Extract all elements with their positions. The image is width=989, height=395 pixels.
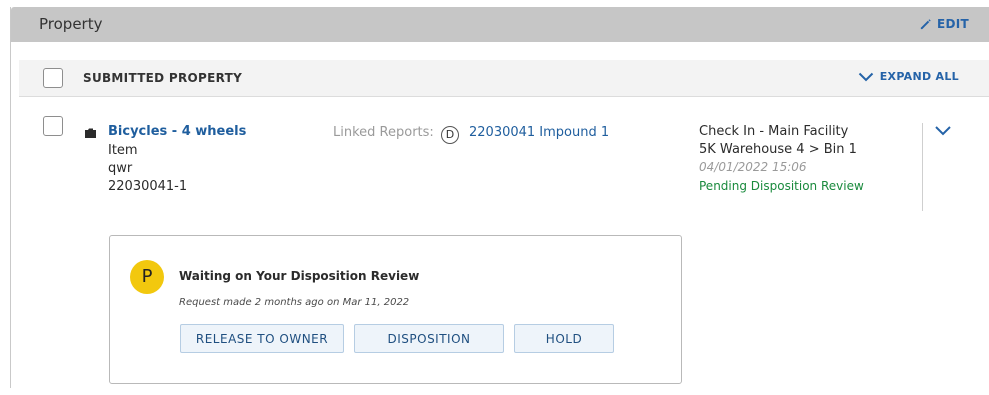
- linked-reports-label: Linked Reports:: [333, 125, 434, 140]
- item-checkbox[interactable]: [43, 116, 63, 136]
- hold-button[interactable]: HOLD: [514, 324, 614, 353]
- pencil-icon: [920, 18, 931, 29]
- location-date: 04/01/2022 15:06: [699, 160, 807, 174]
- item-title-link[interactable]: Bicycles - 4 wheels: [108, 124, 246, 139]
- review-title: Waiting on Your Disposition Review: [179, 269, 420, 283]
- panel-title: Property: [39, 15, 103, 33]
- item-number: 22030041-1: [108, 179, 188, 194]
- linked-report-link[interactable]: 22030041 Impound 1: [469, 125, 609, 140]
- chevron-down-icon[interactable]: [934, 125, 952, 137]
- property-row: Bicycles - 4 wheels Item qwr 22030041-1 …: [11, 97, 989, 395]
- edit-button[interactable]: EDIT: [919, 17, 969, 31]
- status-text: Pending Disposition Review: [699, 179, 864, 193]
- panel-header: Property EDIT: [11, 7, 989, 42]
- disposition-button[interactable]: DISPOSITION: [354, 324, 504, 353]
- disposition-review-card: P Waiting on Your Disposition Review Req…: [109, 235, 682, 384]
- expand-all-label: EXPAND ALL: [879, 70, 959, 83]
- item-type: Item: [108, 143, 138, 158]
- review-subtitle: Request made 2 months ago on Mar 11, 202…: [179, 297, 410, 308]
- divider: [922, 123, 923, 211]
- property-panel: Property EDIT SUBMITTED PROPERTY EXPAND …: [10, 7, 989, 388]
- select-all-checkbox[interactable]: [43, 68, 63, 88]
- release-to-owner-button[interactable]: RELEASE TO OWNER: [180, 324, 344, 353]
- item-description: qwr: [108, 161, 133, 176]
- edit-label: EDIT: [936, 17, 969, 31]
- item-icon: [85, 128, 96, 138]
- section-title: SUBMITTED PROPERTY: [83, 71, 243, 85]
- location-line-2: 5K Warehouse 4 > Bin 1: [699, 142, 857, 157]
- submitted-property-header: SUBMITTED PROPERTY EXPAND ALL: [19, 60, 989, 97]
- avatar: P: [130, 260, 164, 294]
- location-line-1: Check In - Main Facility: [699, 124, 849, 139]
- expand-all-button[interactable]: EXPAND ALL: [858, 70, 959, 83]
- chevron-down-icon: [858, 72, 873, 81]
- report-type-badge: D: [441, 126, 459, 144]
